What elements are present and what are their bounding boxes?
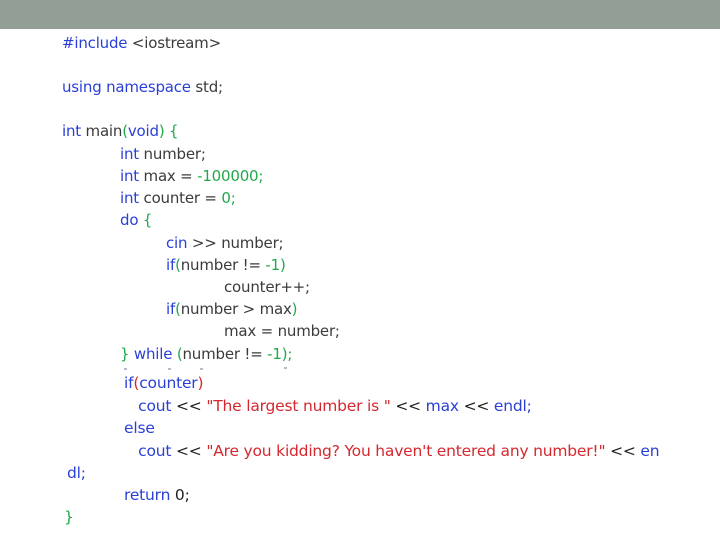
slide-top-bar <box>0 0 720 29</box>
code-token: int <box>120 145 144 163</box>
code-token: dl; <box>67 464 86 482</box>
code-line: int max = -100000; <box>120 166 263 186</box>
code-token: return <box>124 486 175 504</box>
code-token: int <box>62 122 86 140</box>
code-line: dl; <box>67 463 86 483</box>
code-token: 0; <box>221 189 236 207</box>
code-line: if(number > max) <box>166 299 298 319</box>
code-token: cin <box>166 234 192 252</box>
code-token: while <box>133 345 177 363</box>
code-token: "The largest number is " <box>206 397 391 415</box>
code-token: { <box>142 211 153 229</box>
code-token: << <box>605 442 641 460</box>
seam-mark <box>200 368 203 370</box>
code-token: -1); <box>267 345 293 363</box>
code-line: return 0; <box>124 485 190 505</box>
code-token: ) <box>197 374 204 392</box>
code-token: endl; <box>493 397 532 415</box>
code-token: << <box>390 397 426 415</box>
code-token: void <box>127 122 159 140</box>
code-line: do { <box>120 210 152 230</box>
code-token: } <box>64 508 74 526</box>
code-token: max = <box>143 167 198 185</box>
code-line: cin >> number; <box>166 233 284 253</box>
code-token: number; <box>143 145 206 163</box>
code-line: else <box>124 418 155 438</box>
code-line: } <box>64 507 74 527</box>
screenshot-seam <box>112 364 302 372</box>
code-token: counter = <box>143 189 222 207</box>
code-line: cout << "Are you kidding? You haven't en… <box>124 441 659 461</box>
code-token: if <box>166 300 176 318</box>
code-token: int <box>120 167 144 185</box>
code-token: 0; <box>174 486 190 504</box>
code-token: do <box>120 211 143 229</box>
code-token: counter <box>139 374 198 392</box>
code-token: int <box>120 189 144 207</box>
code-token: if <box>166 256 176 274</box>
code-token: else <box>124 419 155 437</box>
seam-mark <box>124 368 127 370</box>
code-line: max = number; <box>224 321 340 341</box>
code-line: using namespace std; <box>62 77 223 97</box>
code-token: number != <box>180 256 266 274</box>
code-token: using namespace <box>62 78 196 96</box>
code-token: max <box>425 397 464 415</box>
code-line: #include <iostream> <box>62 33 221 53</box>
code-line: if(counter) <box>124 373 204 393</box>
code-token: << <box>463 397 494 415</box>
code-token: << <box>176 442 207 460</box>
code-token: cout <box>124 397 177 415</box>
code-token: -1) <box>265 256 286 274</box>
code-token: <iostream> <box>131 34 221 52</box>
code-line: int number; <box>120 144 206 164</box>
seam-mark <box>284 367 287 369</box>
code-token: number > max <box>180 300 292 318</box>
code-line: counter++; <box>224 277 310 297</box>
code-line: } while (number != -1); <box>120 344 292 364</box>
code-token: if <box>124 374 134 392</box>
code-line: if(number != -1) <box>166 255 286 275</box>
code-token: "Are you kidding? You haven't entered an… <box>206 442 606 460</box>
code-line: int counter = 0; <box>120 188 236 208</box>
seam-mark <box>168 368 171 370</box>
code-token: } <box>120 345 134 363</box>
code-token: number != <box>182 345 268 363</box>
code-token: >> number; <box>191 234 284 252</box>
code-token: en <box>640 442 660 460</box>
code-token: cout <box>124 442 177 460</box>
code-token: std; <box>195 78 223 96</box>
code-token: ) <box>291 300 298 318</box>
code-token: << <box>176 397 207 415</box>
code-token: ) { <box>158 122 179 140</box>
code-line: cout << "The largest number is " << max … <box>124 396 532 416</box>
code-token: counter++; <box>224 278 310 296</box>
code-token: -100000; <box>197 167 264 185</box>
code-line: int main(void) { <box>62 121 179 141</box>
code-token: main <box>85 122 123 140</box>
code-token: #include <box>62 34 132 52</box>
code-token: max = number; <box>224 322 340 340</box>
